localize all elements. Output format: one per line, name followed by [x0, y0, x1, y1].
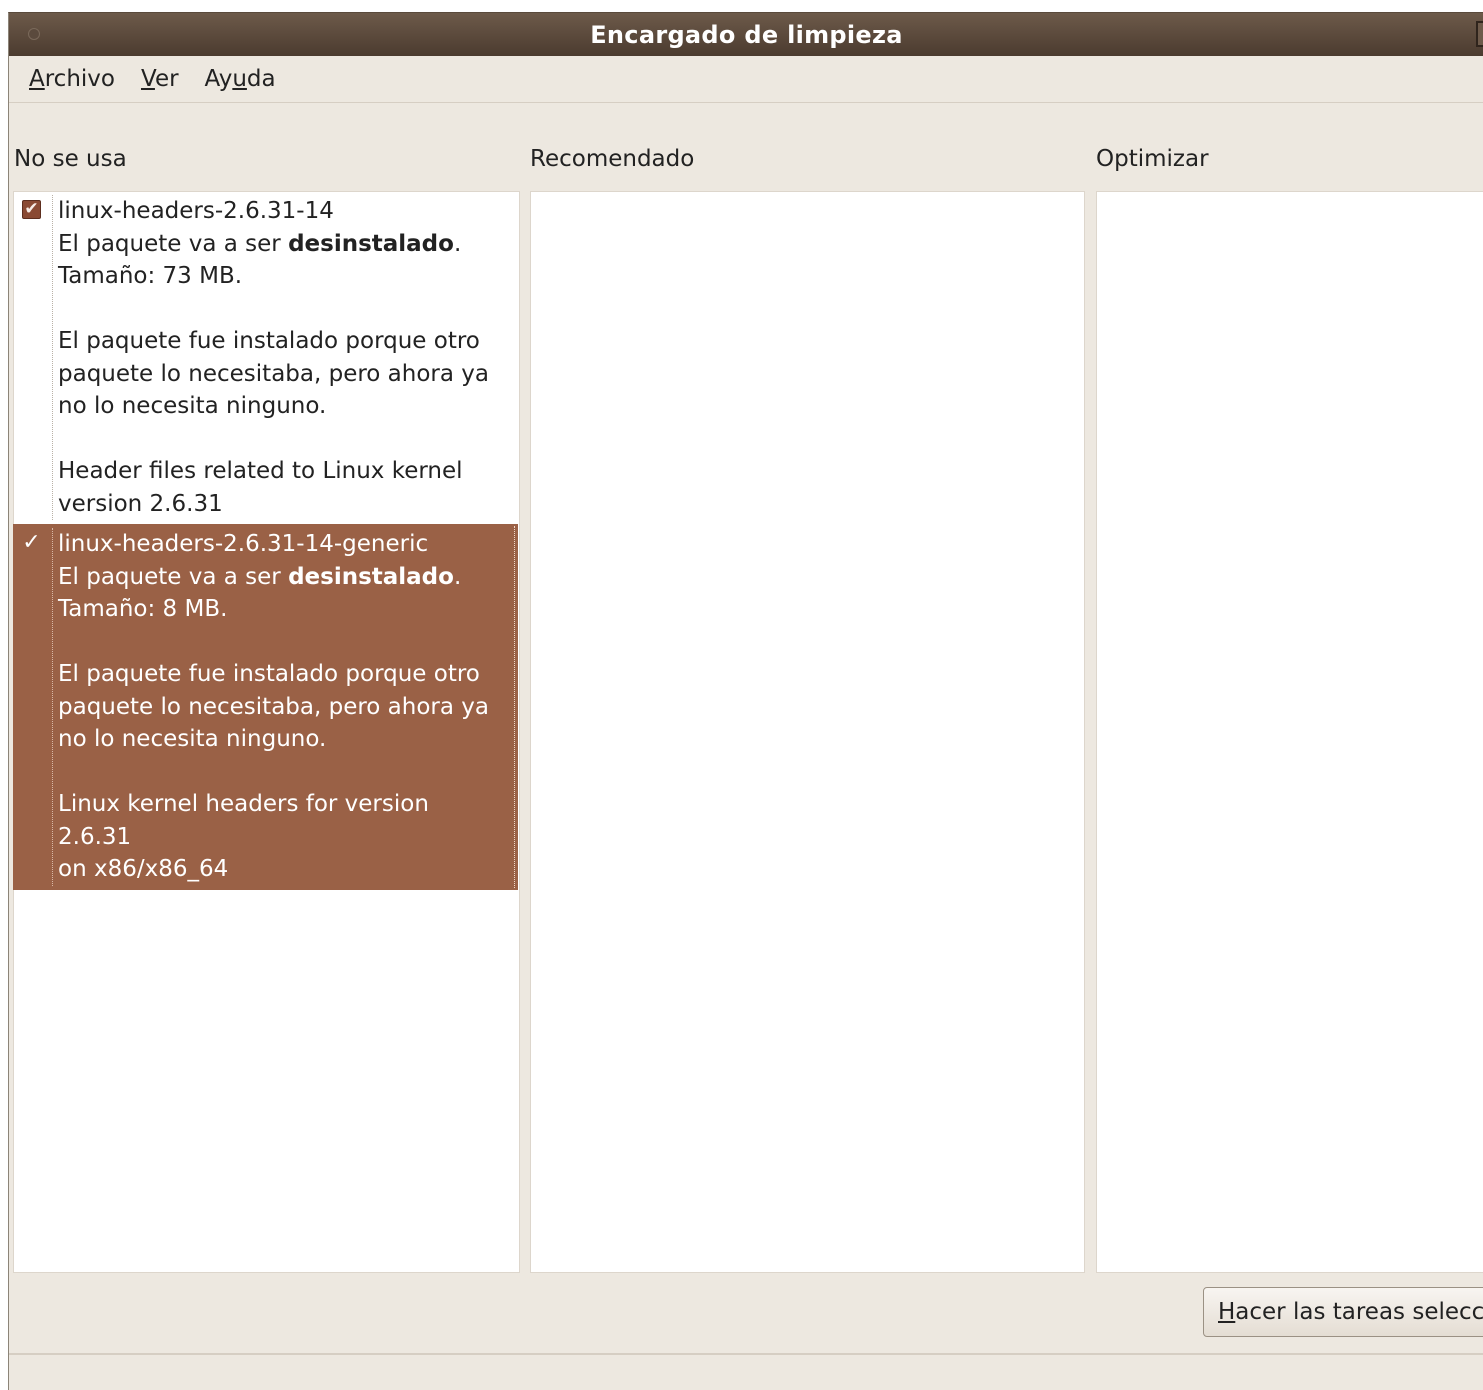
package-description-line: Header files related to Linux kernel: [58, 458, 463, 484]
package-action-verb: desinstalado: [288, 563, 454, 590]
column-header-optimize: Optimizar: [1096, 146, 1209, 172]
package-description-line: version 2.6.31: [58, 490, 223, 517]
menu-archivo[interactable]: Archivo: [29, 64, 115, 94]
menu-ayuda[interactable]: Ayuda: [205, 64, 276, 94]
tree-guide-line: [52, 195, 53, 520]
package-action-suffix: .: [453, 230, 462, 257]
tree-guide-line: [52, 528, 53, 886]
unused-package-list[interactable]: ✔ linux-headers-2.6.31-14 El paquete va …: [13, 191, 520, 1273]
menu-ayuda-label-pre: Ay: [204, 66, 233, 92]
package-reason-line: paquete lo necesitaba, pero ahora ya: [58, 360, 489, 387]
list-item-selected[interactable]: ✓ linux-headers-2.6.31-14-generic El paq…: [13, 524, 518, 890]
package-action-suffix: .: [453, 563, 462, 590]
list-item[interactable]: ✔ linux-headers-2.6.31-14 El paquete va …: [13, 191, 518, 524]
package-size: Tamaño: 8 MB.: [58, 596, 228, 622]
title-bar[interactable]: Encargado de limpieza: [9, 13, 1483, 56]
cleanup-window: Encargado de limpieza Archivo Ver Ayuda …: [8, 12, 1483, 1390]
menu-ver-mnemonic: V: [140, 66, 155, 92]
do-tasks-label: acer las tareas selecc: [1235, 1299, 1483, 1325]
package-size: Tamaño: 73 MB.: [58, 263, 243, 289]
package-name: linux-headers-2.6.31-14: [58, 198, 334, 224]
package-action-text: El paquete va a ser: [58, 563, 289, 590]
checkbox-icon[interactable]: ✔: [22, 200, 41, 219]
package-action-verb: desinstalado: [288, 230, 454, 257]
package-reason-line: paquete lo necesitaba, pero ahora ya: [58, 693, 489, 720]
menu-ver-label: er: [154, 66, 179, 92]
package-reason-line: El paquete fue instalado porque otro: [58, 328, 480, 354]
column-header-unused: No se usa: [14, 146, 127, 172]
optimize-package-list[interactable]: [1096, 191, 1483, 1273]
menu-bar: Archivo Ver Ayuda: [9, 56, 1483, 103]
window-menu-icon[interactable]: [28, 28, 40, 40]
package-action-text: El paquete va a ser: [58, 230, 289, 257]
recommended-package-list[interactable]: [530, 191, 1085, 1273]
do-tasks-mnemonic: H: [1218, 1299, 1236, 1325]
column-header-recommended: Recomendado: [530, 146, 695, 172]
window-title: Encargado de limpieza: [590, 20, 903, 49]
package-action: El paquete va a ser desinstalado.: [58, 561, 508, 594]
package-description-line: on x86/x86_64: [58, 856, 229, 882]
package-reason-line: no lo necesita ninguno.: [58, 393, 327, 419]
package-action: El paquete va a ser desinstalado.: [58, 228, 508, 261]
menu-ver[interactable]: Ver: [141, 64, 179, 94]
menu-ayuda-label: da: [246, 66, 276, 92]
package-name: linux-headers-2.6.31-14-generic: [58, 531, 429, 557]
do-selected-tasks-button[interactable]: Hacer las tareas selecc: [1203, 1287, 1483, 1337]
status-bar: [9, 1355, 1483, 1390]
package-description-line: Linux kernel headers for version 2.6.31: [58, 791, 429, 850]
menu-archivo-label: rchivo: [44, 66, 115, 92]
menu-archivo-mnemonic: A: [29, 66, 45, 92]
menu-ayuda-mnemonic: u: [232, 66, 247, 92]
checkbox-icon[interactable]: ✓: [22, 531, 41, 553]
package-reason-line: no lo necesita ninguno.: [58, 726, 327, 752]
window-control-button[interactable]: [1476, 21, 1483, 47]
package-reason-line: El paquete fue instalado porque otro: [58, 661, 480, 687]
